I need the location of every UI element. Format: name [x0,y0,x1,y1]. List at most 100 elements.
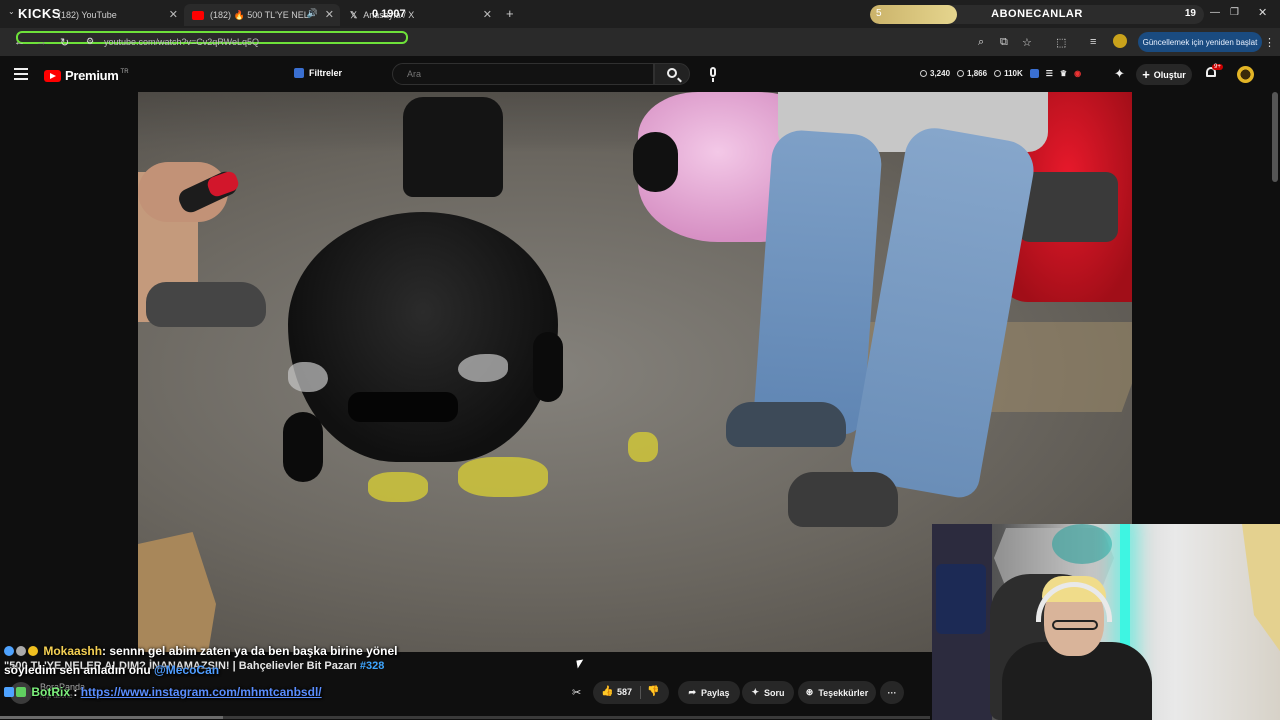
install-icon[interactable]: ⧉ [1000,36,1008,49]
close-icon[interactable]: ✕ [483,8,492,21]
share-icon: ➦ [688,687,696,697]
bot-badge-icon [4,687,14,697]
close-icon[interactable]: ✕ [169,8,178,21]
search-box [392,63,654,85]
list-icon[interactable]: ☰ [1046,69,1053,78]
browser-menu-icon[interactable]: ⋮ [1264,36,1275,49]
chat-username: BotRix [31,685,71,699]
chat-link[interactable]: https://www.instagram.com/mhmtcanbsdl/ [81,685,322,699]
subscriber-goal-bar: 5 ABONECANLAR 19 [870,5,1204,24]
like-count[interactable]: 587 [617,687,632,697]
ask-button[interactable]: ✦ Soru [742,681,794,704]
gift-icon[interactable]: ✦ [1114,66,1125,82]
video-progress-fill [0,716,224,719]
browser-tab-bar: (182) YouTube ✕ (182) 🔥 500 TL'YE NELER … [0,0,1280,28]
chat-text: : [70,685,81,699]
url-field[interactable]: youtube.com/watch?v=Cv2qRWeLq5Q [104,37,259,47]
reload-icon[interactable]: ↻ [60,36,69,49]
video-hashtag[interactable]: #328 [360,660,384,672]
search-button[interactable] [654,63,690,85]
thumbs-down-icon[interactable]: 👎 [647,686,659,697]
thanks-label: Teşekkürler [818,687,869,698]
update-browser-button[interactable]: Güncellemek için yeniden başlat [1138,32,1262,52]
extension-icon[interactable] [1029,69,1039,78]
badge-icon [28,646,38,656]
chat-text: söyledim sen anladın onu [4,663,155,677]
voice-search-button[interactable] [702,63,724,85]
chat-message: Mokaashh: sennn gel abim zaten ya da ben… [4,644,397,658]
chat-text: : sennn gel abim zaten ya da ben başka b… [102,644,398,658]
video-progress-bar[interactable] [0,716,930,719]
chat-mention: @MecoCan [154,663,220,677]
stat-item: 3,240 [920,69,950,78]
close-icon[interactable]: ✕ [325,8,334,21]
stat-item: 110K [994,69,1023,78]
thanks-button[interactable]: ⊛ Teşekkürler [798,681,876,704]
x-logo-icon: 𝕏 [350,9,358,20]
filter-icon [294,68,304,78]
badge-icon [16,646,26,656]
filters-button[interactable]: Filtreler [294,68,342,78]
search-icon [667,68,677,78]
tab-label: (182) YouTube [58,10,117,20]
logo-text: Premium [65,68,119,83]
site-info-icon[interactable]: ⚙ [86,36,94,47]
trophy-icon[interactable]: ♛ [1060,69,1067,78]
share-label: Paylaş [701,687,730,698]
more-actions-button[interactable]: ··· [880,681,904,704]
thumbs-up-icon[interactable]: 👍 [601,686,613,697]
create-button[interactable]: + Oluştur [1136,64,1192,85]
minimize-icon[interactable]: — [1210,7,1220,18]
youtube-tab-icon [192,10,204,20]
chat-username: Mokaashh [43,644,103,658]
badge-icon [4,646,14,656]
browser-tab-x[interactable]: 𝕏 Anasayfa / X ✕ [342,4,498,26]
stat-item: 1,866 [957,69,987,78]
tab-search-chevron-icon[interactable]: ⌄ [8,7,15,16]
live-icon[interactable]: ◉ [1074,69,1081,78]
back-icon[interactable]: ← [14,36,25,48]
window-close-icon[interactable]: ✕ [1258,6,1267,19]
share-button[interactable]: ➦ Paylaş [678,681,740,704]
browser-tab-video[interactable]: (182) 🔥 500 TL'YE NELER A 🔊 ✕ [184,4,340,26]
search-input[interactable] [407,69,637,79]
create-label: Oluştur [1153,69,1186,80]
restore-icon[interactable]: ❐ [1230,7,1239,18]
subscriber-goal-title: ABONECANLAR [991,8,1083,20]
more-icon: ··· [887,687,897,698]
mouse-cursor-icon [576,659,585,669]
black-toy-car [288,212,558,462]
streamer-webcam [932,524,1280,720]
viewer-count: 0 1907 [372,8,406,20]
youtube-premium-logo[interactable]: Premium TR [44,68,129,83]
extensions-icon[interactable]: ⬚ [1056,36,1066,49]
zoom-icon[interactable]: ⌕ [978,36,984,49]
hamburger-menu-icon[interactable] [14,68,28,80]
page-scrollbar[interactable] [1272,92,1278,182]
reading-list-icon[interactable]: ≡ [1090,36,1096,48]
bookmark-star-icon[interactable]: ☆ [1022,36,1032,49]
badge-icon [16,687,26,697]
account-avatar[interactable] [1237,66,1254,83]
new-tab-button[interactable]: + [506,6,514,21]
toy-car-seat [403,97,503,197]
forward-icon[interactable]: → [36,36,47,48]
kicks-overlay-logo: KICKS [18,6,61,21]
notification-badge: 9+ [1212,64,1223,70]
ask-label: Soru [764,687,785,698]
extension-stats: 3,240 1,866 110K ☰ ♛ ◉ [920,69,1081,78]
region-code: TR [120,68,129,75]
like-divider [640,686,641,699]
sparkle-icon: ✦ [751,687,760,697]
plus-icon: + [1142,67,1150,82]
remix-icon[interactable]: ✂ [572,686,586,699]
profile-avatar[interactable] [1113,34,1127,48]
speaker-icon[interactable]: 🔊 [307,8,318,19]
subscriber-goal-end: 19 [1184,8,1196,19]
chat-message-continued: söyledim sen anladın onu @MecoCan [4,663,219,677]
chat-message: BotRix : https://www.instagram.com/mhmtc… [4,685,322,699]
mic-icon [710,67,716,77]
filters-label: Filtreler [309,68,343,78]
tab-label: (182) 🔥 500 TL'YE NELER A [210,9,310,20]
like-dislike-group: 👍 587 👎 [593,681,669,704]
